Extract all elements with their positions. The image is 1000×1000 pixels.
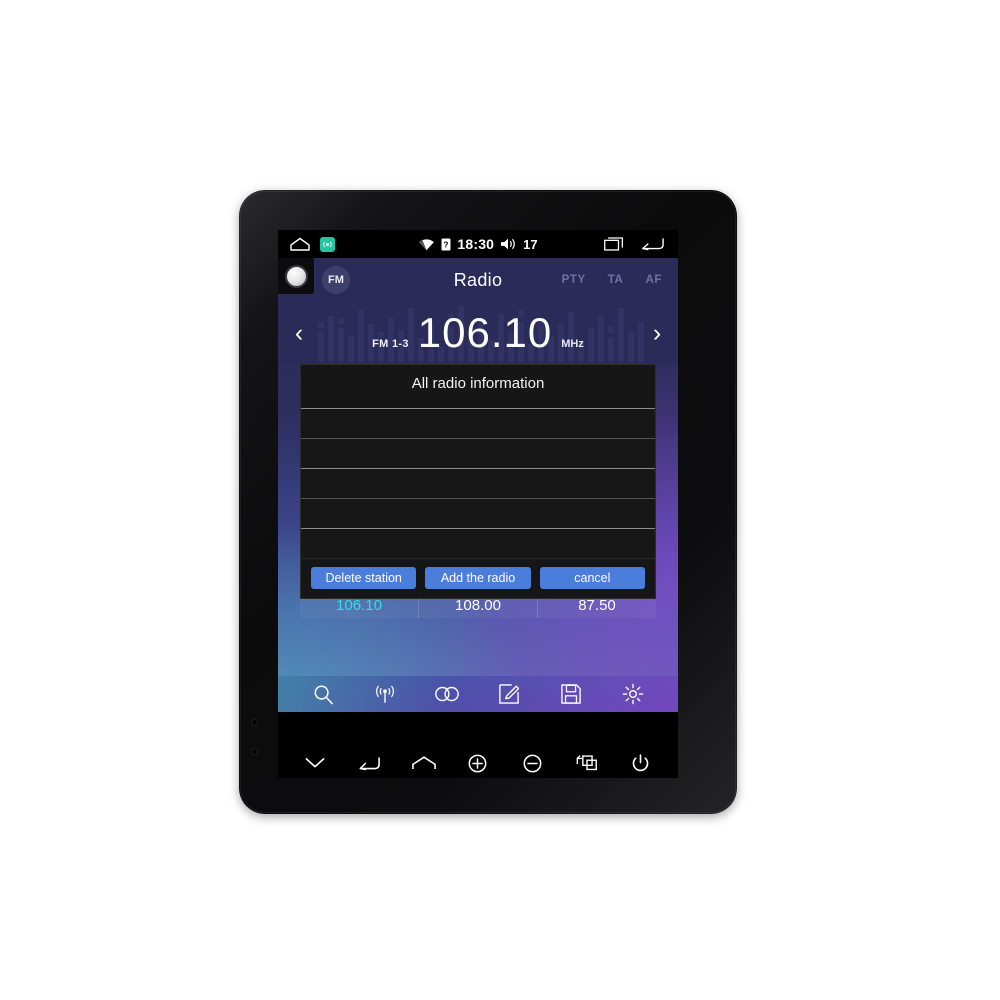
volume-up-icon [500,237,517,251]
volume-level: 17 [523,236,538,252]
back-arrow-icon[interactable] [640,237,664,251]
back-arrow-icon[interactable] [356,752,382,774]
bezel-reset-hole [251,748,258,755]
home-outline-icon[interactable] [290,237,310,251]
chevron-left-icon[interactable]: ‹ [278,320,320,346]
frequency-value: 106.10 [417,309,553,356]
search-icon[interactable] [310,681,336,707]
volume-plus-icon[interactable] [465,752,491,774]
dialog-list-row[interactable] [301,528,655,558]
device-screen: ? 18:30 17 FM Radio PTY TA AF ‹ FM 1-3 1… [278,230,678,778]
chevron-down-icon[interactable] [302,752,328,774]
bezel-microphone-hole [251,719,258,726]
frequency-unit: MHz [561,338,584,350]
page-title: Radio [453,269,503,290]
chevron-right-icon[interactable]: › [636,320,678,346]
settings-gear-icon[interactable] [620,681,646,707]
svg-text:?: ? [444,240,449,249]
car-head-unit-device: ? 18:30 17 FM Radio PTY TA AF ‹ FM 1-3 1… [239,190,737,814]
radio-app-header: FM Radio PTY TA AF [278,258,678,302]
radio-app: FM Radio PTY TA AF ‹ FM 1-3 106.10 MHz ›… [278,258,678,712]
power-icon[interactable] [628,752,654,774]
dialog-list-row[interactable] [301,468,655,498]
radio-bottom-toolbar [278,676,678,712]
sim-card-unknown-icon: ? [441,238,451,251]
android-status-bar: ? 18:30 17 [278,230,678,258]
band-label: FM 1-3 [372,338,409,350]
switch-app-icon[interactable] [574,752,600,774]
home-icon[interactable] [411,752,437,774]
wifi-icon [418,238,435,251]
delete-station-button[interactable]: Delete station [311,567,417,589]
frequency-tuner-row: ‹ FM 1-3 106.10 MHz › [278,302,678,364]
screenshot-stage: ? 18:30 17 FM Radio PTY TA AF ‹ FM 1-3 1… [0,0,1000,1000]
save-icon[interactable] [558,681,584,707]
dialog-list-row[interactable] [301,438,655,468]
status-clock: 18:30 [457,236,495,252]
volume-minus-icon[interactable] [519,752,545,774]
stereo-icon[interactable] [434,681,460,707]
gps-location-icon[interactable] [320,236,335,252]
android-navigation-bar [278,748,678,778]
dialog-list-row[interactable] [301,408,655,438]
dialog-list-row[interactable] [301,498,655,528]
all-radio-information-dialog: All radio information Delete station Add… [300,364,656,599]
dialog-title: All radio information [411,375,545,392]
dialog-button-bar: Delete station Add the radio cancel [301,558,655,598]
add-the-radio-button[interactable]: Add the radio [425,567,531,589]
recent-apps-icon[interactable] [604,237,626,251]
radio-tower-icon[interactable] [372,681,398,707]
edit-icon[interactable] [496,681,522,707]
cancel-button[interactable]: cancel [539,567,645,589]
